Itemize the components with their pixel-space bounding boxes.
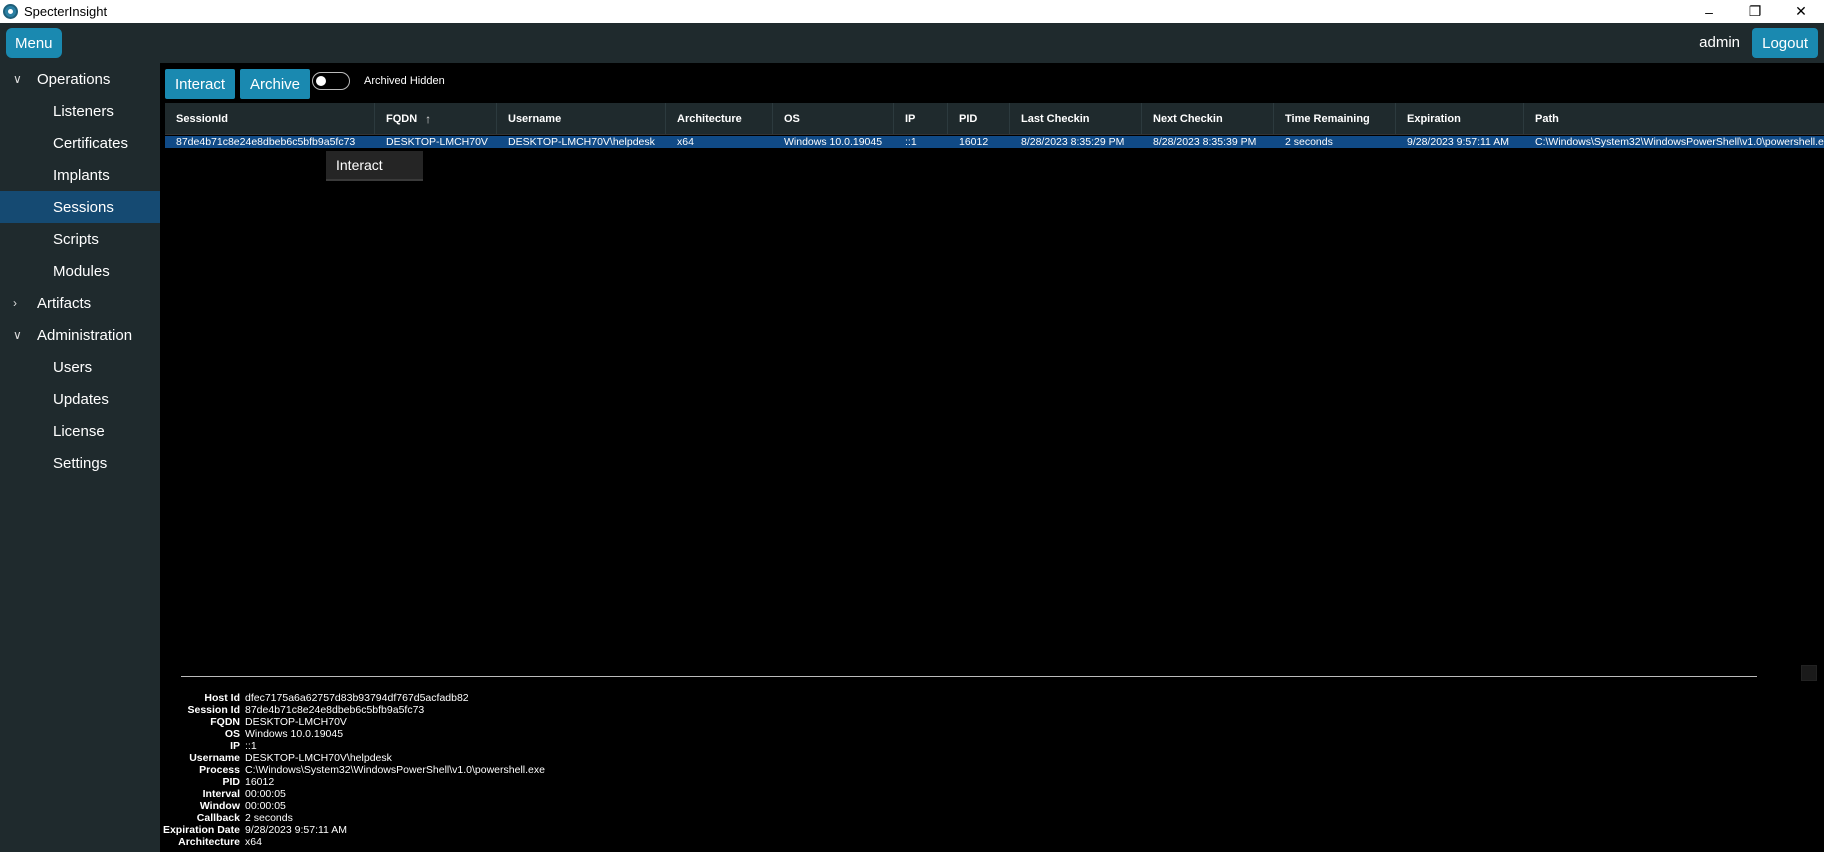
cell-time-remaining: 2 seconds [1285,136,1333,148]
window-controls: – ❐ ✕ [1686,0,1824,23]
column-header-path[interactable]: Path [1524,103,1824,134]
toggle-knob [316,76,326,86]
detail-row-username: Username DESKTOP-LMCH70V\helpdesk [189,752,392,764]
detail-row-expiration-date: Expiration Date 9/28/2023 9:57:11 AM [162,824,347,836]
panel-splitter[interactable] [181,676,1757,677]
nav-group-administration[interactable]: ∨ Administration [0,320,160,350]
detail-row-host-id: Host Id dfec7175a6a62757d83b93794df767d5a… [204,692,469,704]
cell-expiration: 9/28/2023 9:57:11 AM [1407,136,1509,148]
detail-row-architecture: Architecture x64 [178,836,262,848]
detail-row-fqdn: FQDN DESKTOP-LMCH70V [210,716,347,728]
column-header-os[interactable]: OS [773,103,894,134]
chevron-down-icon: ∨ [13,72,22,86]
column-header-last-checkin[interactable]: Last Checkin [1010,103,1142,134]
chevron-down-icon: ∨ [13,328,22,342]
cell-sessionid: 87de4b71c8e24e8dbeb6c5bfb9a5fc73 [176,136,356,148]
column-header-ip[interactable]: IP [894,103,948,134]
column-header-architecture[interactable]: Architecture [666,103,773,134]
cell-username: DESKTOP-LMCH70V\helpdesk [508,136,655,148]
detail-row-interval: Interval 00:00:05 [202,788,286,800]
cell-next-checkin: 8/28/2023 8:35:39 PM [1153,136,1257,148]
app-logo-icon [3,4,18,19]
table-header: SessionId FQDN ↑ Username Architecture OS… [165,103,1824,135]
cell-fqdn: DESKTOP-LMCH70V [386,136,488,148]
detail-row-window: Window 00:00:05 [199,800,286,812]
sessions-table: SessionId FQDN ↑ Username Architecture OS… [165,103,1824,148]
sidebar-item-settings[interactable]: Settings [0,448,160,478]
sort-ascending-icon: ↑ [425,111,432,126]
sidebar-item-license[interactable]: License [0,416,160,446]
cell-path: C:\Windows\System32\WindowsPowerShell\v1… [1535,136,1824,148]
session-details: Host Id dfec7175a6a62757d83b93794df767d5a… [160,692,760,848]
cell-last-checkin: 8/28/2023 8:35:29 PM [1021,136,1125,148]
sidebar-item-users[interactable]: Users [0,352,160,382]
column-header-fqdn[interactable]: FQDN ↑ [375,103,497,134]
column-header-next-checkin[interactable]: Next Checkin [1142,103,1274,134]
sidebar-item-implants[interactable]: Implants [0,160,160,190]
detail-row-process: Process C:\Windows\System32\WindowsPowerS… [199,764,545,776]
nav-group-label: Artifacts [37,294,92,312]
logout-button[interactable]: Logout [1752,28,1818,58]
cell-ip: ::1 [905,136,917,148]
table-row[interactable]: 87de4b71c8e24e8dbeb6c5bfb9a5fc73 DESKTOP… [165,136,1824,148]
archive-button[interactable]: Archive [240,69,311,99]
restore-icon[interactable]: ❐ [1732,0,1778,23]
cell-pid: 16012 [959,136,989,148]
detail-row-session-id: Session Id 87de4b71c8e24e8dbeb6c5bfb9a5fc… [187,704,425,716]
window-titlebar: SpecterInsight – ❐ ✕ [0,0,1824,23]
chevron-right-icon: › [13,296,17,310]
cell-os: Windows 10.0.19045 [784,136,883,148]
column-header-sessionid[interactable]: SessionId [165,103,375,134]
nav-group-label: Administration [37,326,133,344]
cell-architecture: x64 [677,136,694,148]
detail-row-ip: IP::1 [230,740,257,752]
nav-group-operations[interactable]: ∨ Operations [0,64,160,94]
sidebar-item-listeners[interactable]: Listeners [0,96,160,126]
minimize-icon[interactable]: – [1686,0,1732,23]
sidebar-item-scripts[interactable]: Scripts [0,224,160,254]
archived-toggle[interactable] [312,72,350,90]
column-header-pid[interactable]: PID [948,103,1010,134]
sidebar-item-sessions[interactable]: Sessions [0,191,160,223]
column-header-expiration[interactable]: Expiration [1396,103,1524,134]
top-bar: Menu admin Logout [0,23,1824,63]
menu-button[interactable]: Menu [6,28,62,58]
window-title: SpecterInsight [24,4,108,19]
detail-row-os: OS Windows 10.0.19045 [224,728,344,740]
column-header-username[interactable]: Username [497,103,666,134]
archived-toggle-label: Archived Hidden [364,75,445,87]
nav-group-label: Operations [37,70,111,88]
context-menu: Interact [326,151,423,181]
current-user: admin [1699,34,1740,51]
sidebar-item-modules[interactable]: Modules [0,256,160,286]
detail-row-pid: PID 16012 [222,776,275,788]
sidebar-item-certificates[interactable]: Certificates [0,128,160,158]
resize-handle[interactable] [1801,665,1817,681]
interact-button[interactable]: Interact [165,69,236,99]
context-menu-interact[interactable]: Interact [336,157,383,173]
nav-group-artifacts[interactable]: › Artifacts [0,288,160,318]
sidebar-item-updates[interactable]: Updates [0,384,160,414]
detail-row-callback: Callback 2 seconds [196,812,293,824]
column-header-time-remaining[interactable]: Time Remaining [1274,103,1396,134]
close-icon[interactable]: ✕ [1778,0,1824,23]
